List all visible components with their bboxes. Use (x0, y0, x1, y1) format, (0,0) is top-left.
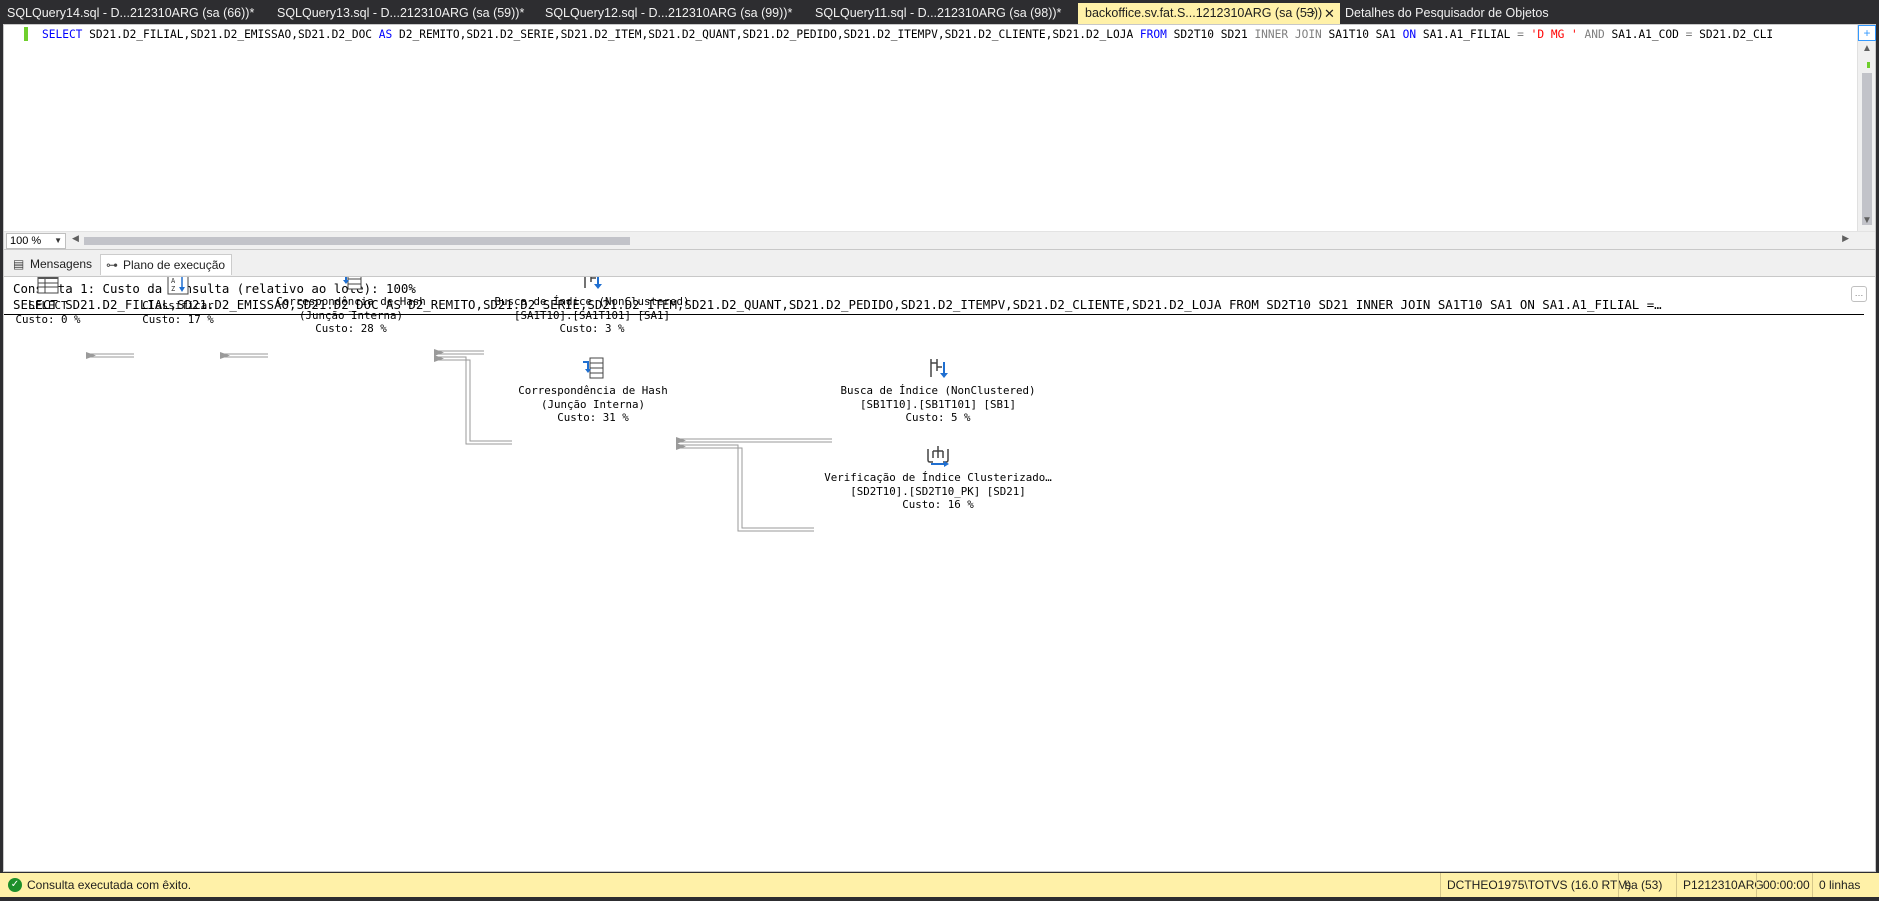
tab-label: SQLQuery11.sql - D...212310ARG (sa (98))… (815, 6, 1062, 20)
change-marker (24, 27, 28, 41)
select-icon (37, 277, 59, 294)
plan-node-sort[interactable]: A Z Classificar Custo: 17 % (136, 277, 220, 326)
execution-plan-pane[interactable]: Consulta 1: Custo da consulta (relativo … (3, 276, 1876, 872)
sort-icon: A Z (167, 277, 189, 295)
pin-icon[interactable]: ⊸ (1306, 3, 1315, 24)
sql-token: 'D MG ' (1523, 28, 1578, 41)
scroll-up-icon[interactable]: ▲ (1858, 41, 1876, 57)
tab-sqlquery12[interactable]: SQLQuery12.sql - D...212310ARG (sa (99))… (538, 3, 792, 24)
node-label: SELECT (28, 299, 68, 312)
node-cost: Custo: 3 % (559, 322, 625, 335)
node-cost: Custo: 31 % (557, 411, 629, 424)
plan-node-hash-match-1[interactable]: Correspondência de Hash (Junção Interna)… (266, 277, 436, 336)
horizontal-scroll-thumb[interactable] (84, 237, 630, 245)
hash-match-icon (583, 357, 604, 379)
sql-token: SA1.A1_COD (1604, 28, 1686, 41)
tab-backoffice-active[interactable]: backoffice.sv.fat.S...1212310ARG (sa (53… (1078, 3, 1340, 24)
node-cost: Custo: 28 % (315, 322, 387, 335)
tab-label: SQLQuery13.sql - D...212310ARG (sa (59))… (277, 6, 525, 20)
zoom-value: 100 % (10, 235, 42, 247)
status-bar: ✓ Consulta executada com êxito. DCTHEO19… (0, 873, 1879, 897)
node-label: Busca de Índice (NonClustered) (840, 384, 1036, 397)
execution-plan-icon: ⊶ (106, 258, 118, 272)
node-object: [SD2T10].[SD2T10_PK] [SD21] (850, 484, 1026, 498)
node-cost: Custo: 0 % (15, 312, 81, 326)
tab-sqlquery13[interactable]: SQLQuery13.sql - D...212310ARG (sa (59))… (270, 3, 524, 24)
success-check-icon: ✓ (8, 878, 22, 892)
close-icon[interactable]: ✕ (1324, 3, 1335, 24)
sql-token: AS (378, 28, 393, 41)
scroll-thumb[interactable] (1862, 73, 1872, 225)
sql-editor[interactable]: SELECT SD21.D2_FILIAL,SD21.D2_EMISSAO,SD… (3, 24, 1876, 250)
sql-token: D2_REMITO,SD21.D2_SERIE,SD21.D2_ITEM,SD2… (392, 28, 1140, 41)
tab-object-explorer-details[interactable]: Detalhes do Pesquisador de Objetos (1338, 3, 1578, 24)
status-message: Consulta executada com êxito. (27, 878, 192, 892)
status-server: DCTHEO1975\TOTVS (16.0 RTM) (1440, 873, 1637, 897)
tab-label: backoffice.sv.fat.S...1212310ARG (sa (53… (1085, 6, 1323, 20)
sql-token: = (1517, 28, 1524, 41)
plan-node-index-seek-sb1[interactable]: Busca de Índice (NonClustered) [SB1T10].… (830, 356, 1046, 425)
tab-sqlquery14[interactable]: SQLQuery14.sql - D...212310ARG (sa (66))… (0, 3, 254, 24)
split-editor-icon[interactable]: + (1858, 25, 1876, 41)
sql-token: SD21.D2_FILIAL,SD21.D2_EMISSAO,SD21.D2_D… (82, 28, 379, 41)
node-cost: Custo: 16 % (902, 498, 974, 511)
status-elapsed: 00:00:00 (1756, 873, 1816, 897)
sql-token: SELECT (42, 28, 83, 41)
sql-token: AND (1584, 28, 1605, 41)
sql-token: FROM (1139, 28, 1167, 41)
node-subtitle: (Junção Interna) (298, 308, 403, 322)
tab-label: SQLQuery12.sql - D...212310ARG (sa (99))… (545, 6, 793, 20)
hash-match-icon (343, 277, 362, 290)
tab-sqlquery11[interactable]: SQLQuery11.sql - D...212310ARG (sa (98))… (808, 3, 1061, 24)
node-object: [SA1T10].[SA1T101] [SA1] (513, 308, 670, 322)
node-cost: Custo: 5 % (905, 411, 971, 424)
document-tab-strip: SQLQuery14.sql - D...212310ARG (sa (66))… (0, 0, 1879, 24)
tab-messages[interactable]: ▤ Mensagens (8, 254, 98, 275)
node-label: Busca de Índice (NonClustered) (494, 295, 690, 308)
results-tab-bar: ▤ Mensagens ⊶ Plano de execução (3, 250, 1876, 276)
sql-token: SD21.D2_CLI (1692, 28, 1774, 41)
node-object: [SB1T10].[SB1T101] [SB1] (859, 397, 1016, 411)
tab-label: Detalhes do Pesquisador de Objetos (1345, 6, 1549, 20)
scroll-left-icon[interactable]: ◀ (72, 233, 79, 244)
node-label: Verificação de Índice Clusterizado… (824, 471, 1052, 484)
clustered-index-scan-icon (927, 446, 949, 467)
editor-zoom-bar: 100 % ▼ ◀ ▶ (4, 231, 1875, 249)
index-seek-icon (584, 277, 602, 289)
svg-text:Z: Z (171, 285, 175, 293)
editor-vertical-scrollbar[interactable]: + ▲ ▼ (1857, 25, 1876, 231)
window-bottom-edge (0, 897, 1879, 901)
zoom-select[interactable]: 100 % ▼ (6, 233, 66, 249)
tab-label: Mensagens (30, 257, 93, 271)
index-seek-icon (930, 359, 948, 378)
tab-label: SQLQuery14.sql - D...212310ARG (sa (66))… (7, 6, 255, 20)
sql-text-line[interactable]: SELECT SD21.D2_FILIAL,SD21.D2_EMISSAO,SD… (42, 27, 1857, 43)
status-user: sa (53) (1618, 873, 1668, 897)
sql-token: SA1.A1_FILIAL (1416, 28, 1518, 41)
node-label: Correspondência de Hash (518, 384, 668, 397)
node-cost: Custo: 17 % (142, 312, 214, 326)
plan-node-index-seek-sa1[interactable]: Busca de Índice (NonClustered) [SA1T10].… (484, 277, 700, 336)
scroll-down-icon[interactable]: ▼ (1858, 213, 1876, 229)
tab-execution-plan[interactable]: ⊶ Plano de execução (100, 254, 233, 275)
scroll-change-marker (1867, 62, 1870, 68)
scroll-right-icon[interactable]: ▶ (1842, 233, 1849, 244)
node-label: Classificar (142, 299, 214, 312)
node-subtitle: (Junção Interna) (540, 397, 645, 411)
sql-token: INNER JOIN (1254, 28, 1322, 41)
sql-token: ON (1402, 28, 1417, 41)
plan-node-clustered-index-scan[interactable]: Verificação de Índice Clusterizado… [SD2… (812, 443, 1064, 512)
sql-token: SD2T10 SD21 (1166, 28, 1255, 41)
tab-label: Plano de execução (123, 258, 226, 272)
chevron-down-icon: ▼ (54, 236, 62, 245)
messages-icon: ▤ (13, 257, 25, 271)
sql-token: SA1T10 SA1 (1321, 28, 1403, 41)
plan-node-hash-match-2[interactable]: Correspondência de Hash (Junção Interna)… (508, 356, 678, 425)
status-rows: 0 linhas (1812, 873, 1866, 897)
plan-node-select[interactable]: SELECT Custo: 0 % (8, 277, 88, 326)
node-label: Correspondência de Hash (276, 295, 426, 308)
